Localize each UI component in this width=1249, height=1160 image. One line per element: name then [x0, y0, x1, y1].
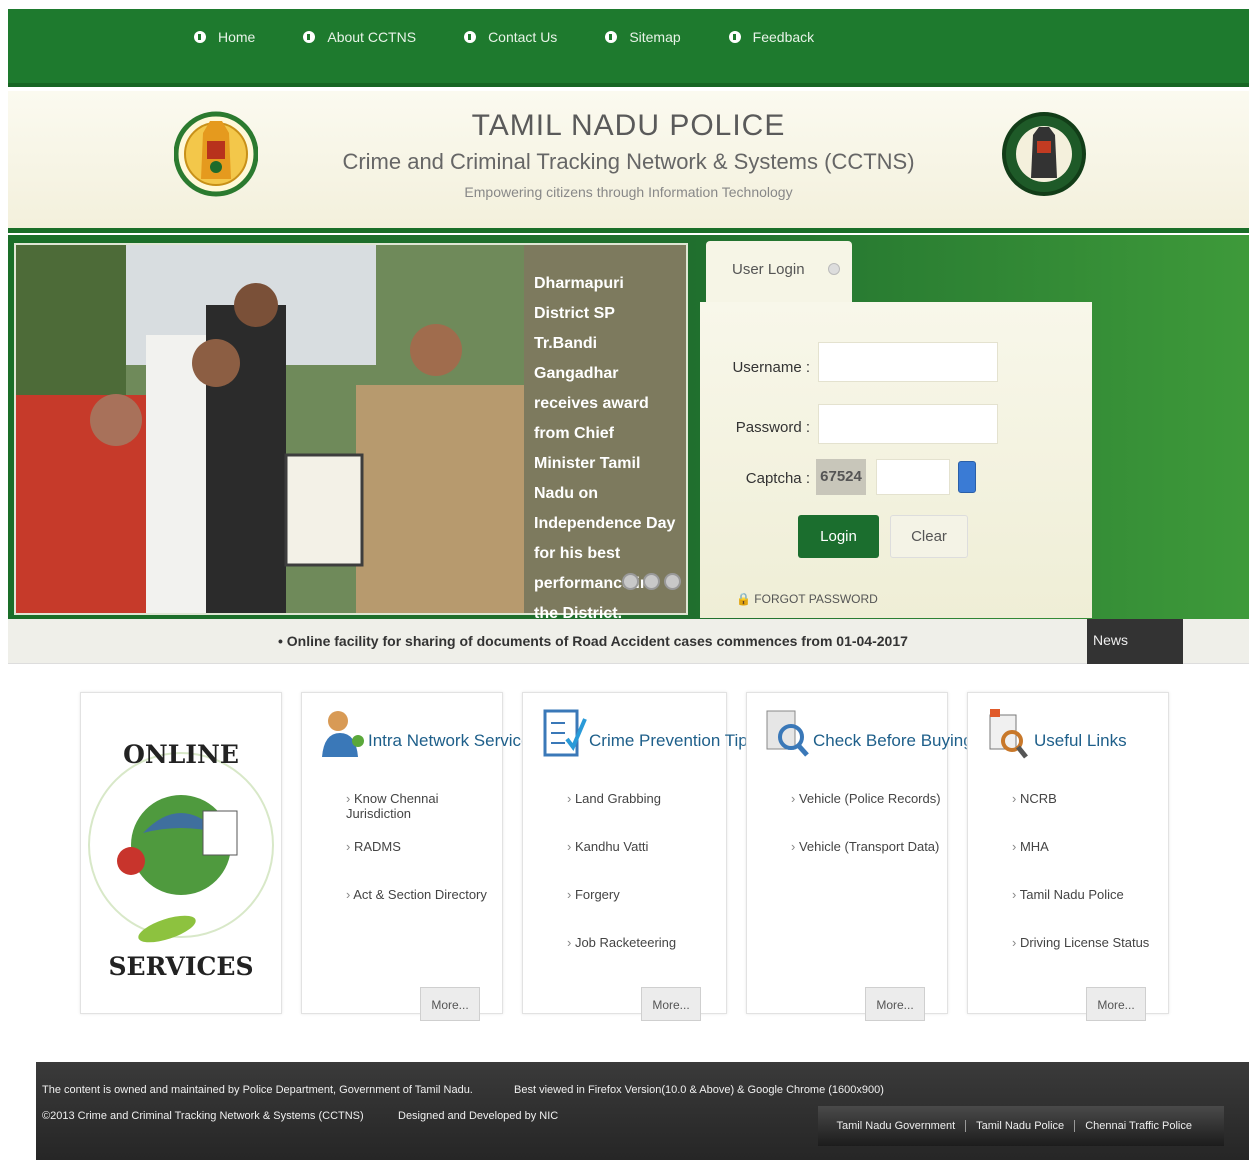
services-word: SERVICES — [108, 952, 253, 981]
refresh-captcha-icon[interactable] — [958, 461, 976, 493]
card-links: Know Chennai Jurisdiction RADMS Act & Se… — [346, 791, 502, 935]
clear-button[interactable]: Clear — [890, 515, 968, 558]
award-ceremony-photo — [16, 245, 524, 613]
bullet-icon — [303, 31, 316, 43]
user-login-tab[interactable]: User Login — [706, 241, 852, 305]
online-services-card[interactable]: ONLINE SERVICES — [80, 692, 282, 1014]
card-check-before-buying: Check Before Buying Vehicle (Police Reco… — [746, 692, 973, 1021]
footer-browser-note: Best viewed in Firefox Version(10.0 & Ab… — [514, 1084, 884, 1096]
news-label: News — [1087, 619, 1183, 664]
link-forgery[interactable]: Forgery — [567, 887, 676, 935]
site-header: TAMIL NADU POLICE Crime and Criminal Tra… — [8, 91, 1249, 233]
more-button[interactable]: More... — [1086, 987, 1146, 1021]
search-document-icon — [989, 709, 1028, 759]
login-panel: Username : Password : Captcha : 67524 Lo… — [700, 302, 1092, 618]
slide-caption: Dharmapuri District SP Tr.Bandi Gangadha… — [534, 275, 676, 622]
more-button[interactable]: More... — [641, 987, 701, 1021]
document-magnifier-icon — [766, 710, 809, 757]
card-intra-network-services: Intra Network Services Know Chennai Juri… — [301, 692, 539, 1021]
online-word: ONLINE — [123, 740, 239, 769]
footer-link-tn-government[interactable]: Tamil Nadu Government — [827, 1120, 966, 1132]
password-input[interactable] — [818, 404, 998, 444]
login-button[interactable]: Login — [798, 515, 879, 558]
top-navigation: Home About CCTNS Contact Us Sitemap Feed… — [8, 9, 1249, 87]
checklist-icon — [543, 709, 587, 757]
bullet-icon — [605, 31, 618, 43]
slide-dot-1[interactable] — [622, 573, 639, 590]
more-button[interactable]: More... — [865, 987, 925, 1021]
footer-copyright: ©2013 Crime and Criminal Tracking Networ… — [42, 1110, 364, 1122]
bullet-icon — [728, 31, 741, 43]
slide-caption-panel: Dharmapuri District SP Tr.Bandi Gangadha… — [524, 245, 686, 622]
card-useful-links: Useful Links NCRB MHA Tamil Nadu Police … — [967, 692, 1169, 1021]
tamil-nadu-police-emblem — [1002, 112, 1086, 196]
footer-ownership-text: The content is owned and maintained by P… — [42, 1084, 473, 1096]
online-services-logo: ONLINE SERVICES — [88, 740, 274, 981]
nav-home[interactable]: Home — [194, 29, 255, 45]
slide-dot-3[interactable] — [664, 573, 681, 590]
username-label: Username : — [732, 359, 810, 376]
footer-links: Tamil Nadu Government Tamil Nadu Police … — [818, 1106, 1224, 1146]
username-input[interactable] — [818, 342, 998, 382]
card-links: NCRB MHA Tamil Nadu Police Driving Licen… — [1012, 791, 1150, 983]
nav-about-cctns[interactable]: About CCTNS — [303, 29, 416, 45]
link-kandhu-vatti[interactable]: Kandhu Vatti — [567, 839, 676, 887]
bullet-icon — [464, 31, 477, 43]
link-radms[interactable]: RADMS — [346, 839, 502, 887]
radio-icon — [828, 263, 840, 275]
nav-feedback[interactable]: Feedback — [728, 29, 814, 45]
card-links: Vehicle (Police Records) Vehicle (Transp… — [791, 791, 941, 887]
captcha-label: Captcha : — [745, 470, 810, 487]
nav-sitemap[interactable]: Sitemap — [605, 29, 681, 45]
captcha-input[interactable] — [876, 459, 950, 495]
ticker-text[interactable]: • Online facility for sharing of documen… — [278, 633, 908, 649]
link-driving-license-status[interactable]: Driving License Status — [1012, 935, 1149, 983]
link-land-grabbing[interactable]: Land Grabbing — [567, 791, 676, 839]
site-footer: The content is owned and maintained by P… — [36, 1062, 1249, 1160]
card-links: Land Grabbing Kandhu Vatti Forgery Job R… — [567, 791, 676, 983]
forgot-password-link[interactable]: 🔒 FORGOT PASSWORD — [736, 592, 878, 606]
link-know-chennai-jurisdiction[interactable]: Know Chennai Jurisdiction — [346, 791, 502, 839]
footer-designed-by: Designed and Developed by NIC — [398, 1110, 559, 1122]
link-job-racketeering[interactable]: Job Racketeering — [567, 935, 676, 983]
footer-link-tn-police[interactable]: Tamil Nadu Police — [965, 1120, 1074, 1132]
card-title: Crime Prevention Tips — [589, 731, 757, 750]
news-slider: Dharmapuri District SP Tr.Bandi Gangadha… — [14, 243, 688, 622]
bullet-icon — [194, 31, 206, 43]
nav-contact-us[interactable]: Contact Us — [464, 29, 557, 45]
news-ticker: • Online facility for sharing of documen… — [8, 619, 1249, 664]
link-tamil-nadu-police[interactable]: Tamil Nadu Police — [1012, 887, 1149, 935]
card-title: Check Before Buying — [813, 731, 973, 750]
network-users-icon — [322, 711, 364, 757]
more-button[interactable]: More... — [420, 987, 480, 1021]
card-crime-prevention-tips: Crime Prevention Tips Land Grabbing Kand… — [522, 692, 756, 1021]
password-label: Password : — [735, 419, 810, 436]
link-vehicle-transport-data[interactable]: Vehicle (Transport Data) — [791, 839, 941, 887]
link-vehicle-police-records[interactable]: Vehicle (Police Records) — [791, 791, 941, 839]
slide-dot-2[interactable] — [643, 573, 660, 590]
card-title: Useful Links — [1034, 731, 1127, 750]
link-mha[interactable]: MHA — [1012, 839, 1149, 887]
captcha-image: 67524 — [816, 459, 866, 495]
footer-link-chennai-traffic-police[interactable]: Chennai Traffic Police — [1074, 1120, 1202, 1132]
slider-pagination — [622, 573, 685, 590]
link-act-section-directory[interactable]: Act & Section Directory — [346, 887, 502, 935]
user-login-tab-label: User Login — [732, 261, 805, 278]
card-title: Intra Network Services — [368, 731, 539, 750]
link-ncrb[interactable]: NCRB — [1012, 791, 1149, 839]
